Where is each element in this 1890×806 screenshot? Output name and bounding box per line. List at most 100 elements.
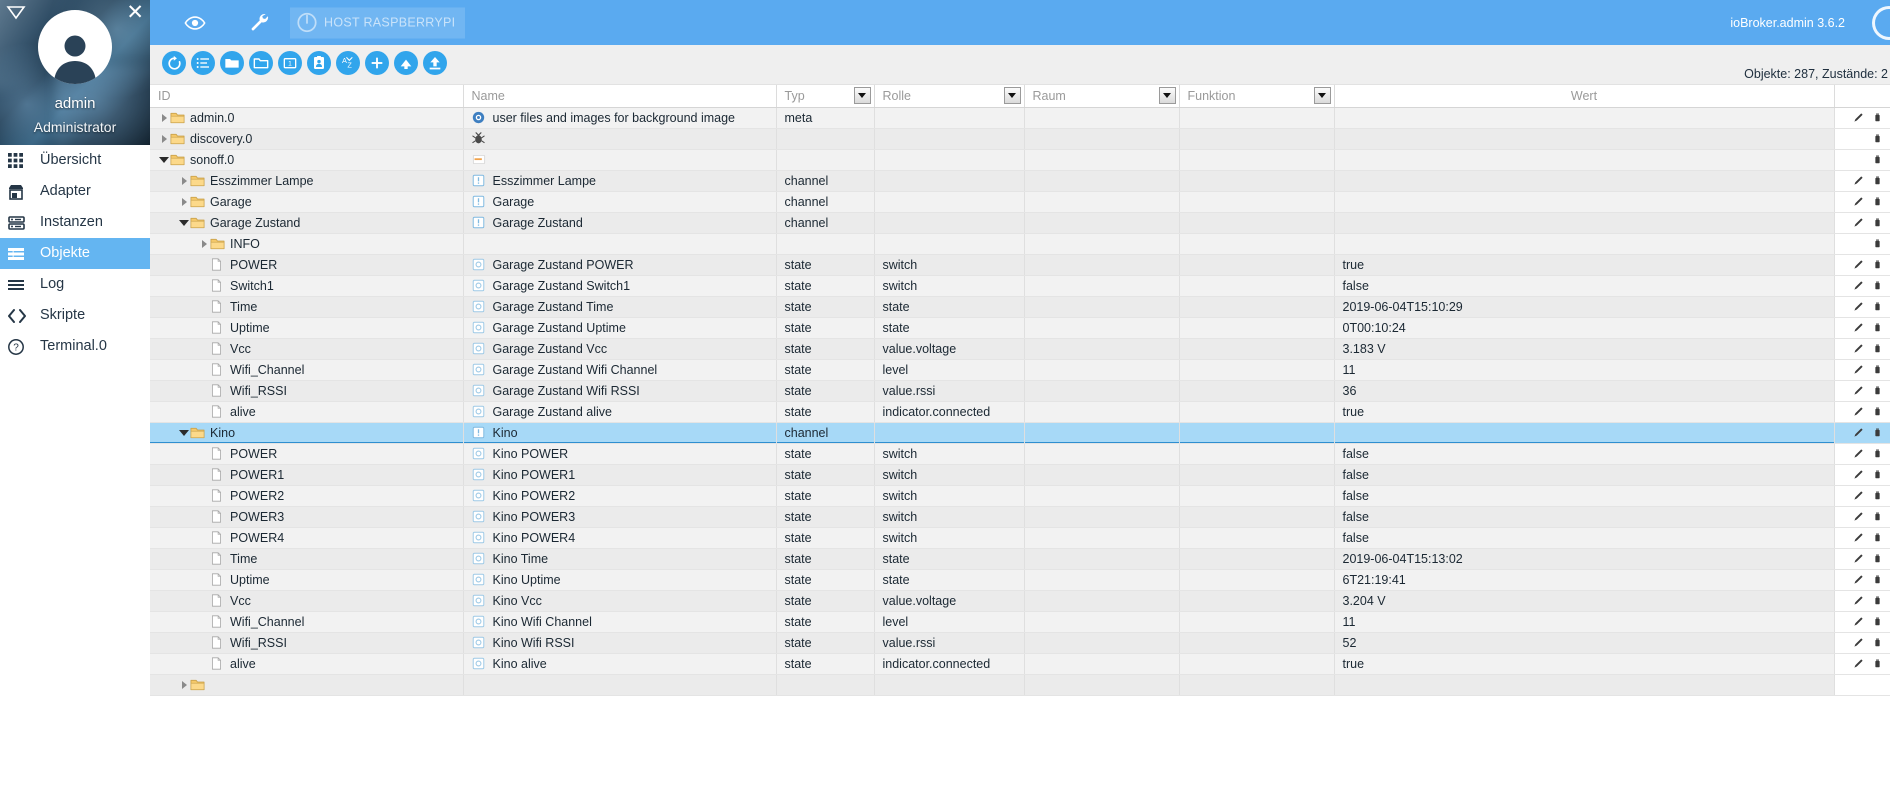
column-header-wert[interactable]: Wert [1334,85,1835,108]
table-row[interactable] [150,674,1890,696]
table-row[interactable]: POWER3 Kino POWER3 state switch false [150,506,1890,528]
table-row[interactable]: Wifi_RSSI Kino Wifi RSSI state value.rssi 52 [150,632,1890,654]
table-row[interactable]: Wifi_Channel Kino Wifi Channel state level 1… [150,611,1890,633]
wrench-icon[interactable] [245,8,275,38]
table-row[interactable]: alive Garage Zustand alive state indicator.… [150,401,1890,423]
delete-row-button[interactable] [1873,636,1884,650]
table-row[interactable]: POWER4 Kino POWER4 state switch false [150,527,1890,549]
eye-icon[interactable] [180,8,210,38]
edit-row-button[interactable] [1853,216,1864,230]
delete-row-button[interactable] [1873,195,1884,209]
table-row[interactable]: Kino Kino channel [150,422,1890,444]
expand-all-button[interactable] [220,51,244,75]
edit-row-button[interactable] [1853,195,1864,209]
edit-row-button[interactable] [1853,321,1864,335]
delete-row-button[interactable] [1873,531,1884,545]
raum-filter-dropdown[interactable] [1158,87,1176,104]
expand-arrow-icon[interactable] [178,176,190,185]
edit-row-button[interactable] [1853,636,1864,650]
edit-row-button[interactable] [1853,615,1864,629]
edit-row-button[interactable] [1853,174,1864,188]
edit-row-button[interactable] [1853,342,1864,356]
delete-row-button[interactable] [1873,615,1884,629]
table-row[interactable]: alive Kino alive state indicator.connected t… [150,653,1890,675]
delete-row-button[interactable] [1873,405,1884,419]
delete-row-button[interactable] [1873,258,1884,272]
edit-row-button[interactable] [1853,489,1864,503]
edit-row-button[interactable] [1853,510,1864,524]
edit-row-button[interactable] [1853,384,1864,398]
add-object-button[interactable] [365,51,389,75]
refresh-button[interactable] [162,51,186,75]
table-row[interactable]: POWER2 Kino POWER2 state switch false [150,485,1890,507]
delete-row-button[interactable] [1873,216,1884,230]
table-row[interactable]: Time Garage Zustand Time state state 2019-06… [150,296,1890,318]
delete-row-button[interactable] [1873,594,1884,608]
sidebar-item-objekte[interactable]: Objekte [0,238,150,269]
host-selector-chip[interactable]: HOST RASPBERRYPI [290,7,465,38]
edit-row-button[interactable] [1853,363,1864,377]
table-row[interactable]: POWER Kino POWER state switch false [150,443,1890,465]
table-row[interactable]: POWER1 Kino POWER1 state switch false [150,464,1890,486]
table-row[interactable]: POWER Garage Zustand POWER state switch true [150,254,1890,276]
expand-list-button[interactable] [191,51,215,75]
sidebar-item-skripte[interactable]: Skripte [0,300,150,331]
delete-row-button[interactable] [1873,237,1884,251]
column-header-raum[interactable]: Raum [1024,85,1180,108]
edit-row-button[interactable] [1853,300,1864,314]
edit-row-button[interactable] [1853,468,1864,482]
collapse-arrow-icon[interactable] [158,156,170,163]
import-button[interactable] [394,51,418,75]
table-row[interactable]: Wifi_RSSI Garage Zustand Wifi RSSI state va… [150,380,1890,402]
caret-down-icon[interactable] [6,4,26,22]
collapse-arrow-icon[interactable] [178,429,190,436]
expand-arrow-icon[interactable] [158,113,170,122]
delete-row-button[interactable] [1873,426,1884,440]
table-row[interactable]: discovery.0 [150,128,1890,150]
column-header-typ[interactable]: Typ [776,85,875,108]
delete-row-button[interactable] [1873,489,1884,503]
table-row[interactable]: admin.0 user files and images for backgro… [150,107,1890,129]
avatar[interactable] [38,10,112,84]
sidebar-item-log[interactable]: Log [0,269,150,300]
delete-row-button[interactable] [1873,573,1884,587]
edit-row-button[interactable] [1853,279,1864,293]
table-row[interactable]: INFO [150,233,1890,255]
edit-row-button[interactable] [1853,657,1864,671]
delete-row-button[interactable] [1873,132,1884,146]
delete-row-button[interactable] [1873,468,1884,482]
typ-filter-dropdown[interactable] [853,87,871,104]
table-row[interactable]: sonoff.0 [150,149,1890,171]
column-header-id[interactable]: ID [150,85,464,108]
delete-row-button[interactable] [1873,657,1884,671]
edit-row-button[interactable] [1853,552,1864,566]
sidebar-item-terminal-0[interactable]: ? Terminal.0 [0,331,150,362]
column-header-rolle[interactable]: Rolle [874,85,1025,108]
delete-row-button[interactable] [1873,111,1884,125]
delete-row-button[interactable] [1873,342,1884,356]
edit-row-button[interactable] [1853,573,1864,587]
table-row[interactable]: Time Kino Time state state 2019-06-04T15:13:… [150,548,1890,570]
funktion-filter-dropdown[interactable] [1313,87,1331,104]
show-id-button[interactable] [307,51,331,75]
rolle-filter-dropdown[interactable] [1003,87,1021,104]
delete-row-button[interactable] [1873,321,1884,335]
expand-one-level-button[interactable]: 1 [278,51,302,75]
edit-row-button[interactable] [1853,594,1864,608]
expand-arrow-icon[interactable] [158,134,170,143]
edit-row-button[interactable] [1853,111,1864,125]
edit-row-button[interactable] [1853,447,1864,461]
edit-row-button[interactable] [1853,405,1864,419]
delete-row-button[interactable] [1873,510,1884,524]
collapse-all-button[interactable] [249,51,273,75]
export-button[interactable] [423,51,447,75]
table-row[interactable]: Wifi_Channel Garage Zustand Wifi Channel s… [150,359,1890,381]
delete-row-button[interactable] [1873,384,1884,398]
sidebar-item-bersicht[interactable]: Übersicht [0,145,150,176]
expand-arrow-icon[interactable] [178,197,190,206]
delete-row-button[interactable] [1873,552,1884,566]
close-icon[interactable]: ✕ [126,2,144,23]
column-header-name[interactable]: Name [463,85,777,108]
sidebar-item-instanzen[interactable]: Instanzen [0,207,150,238]
expand-arrow-icon[interactable] [198,239,210,248]
